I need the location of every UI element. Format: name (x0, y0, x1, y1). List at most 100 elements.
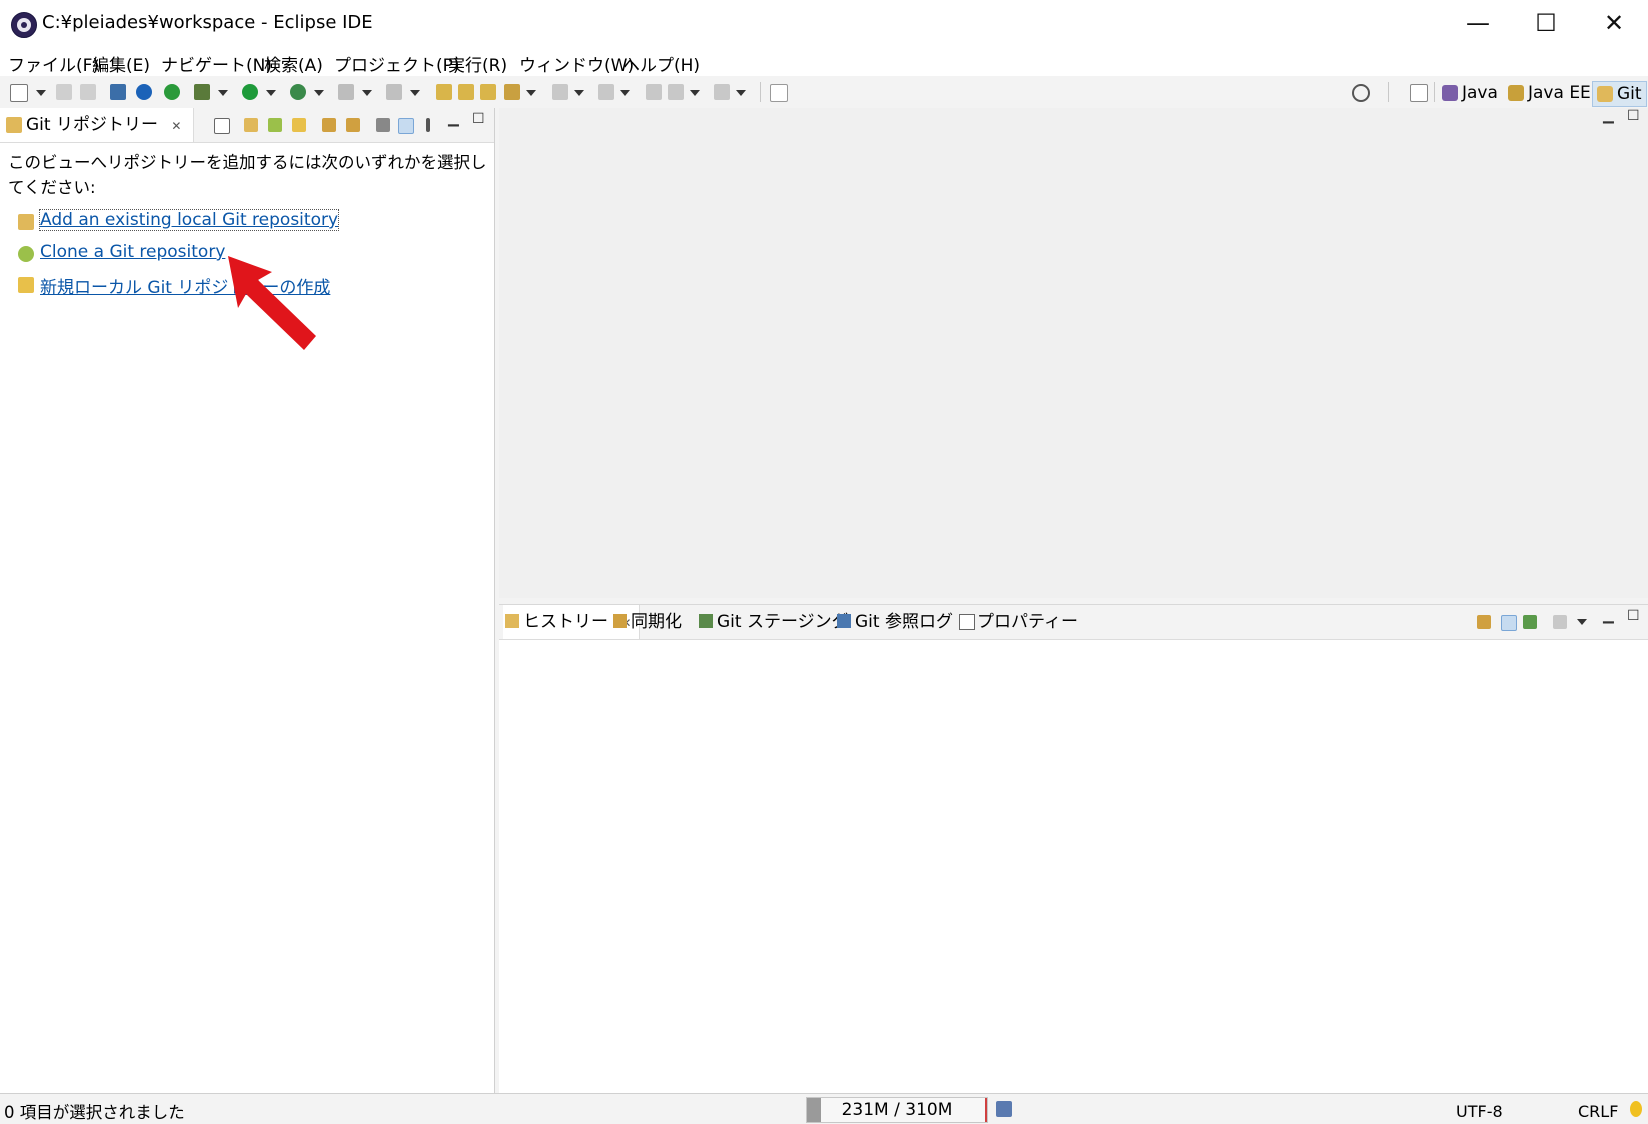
external-tools-dropdown-icon[interactable] (410, 90, 420, 96)
encoding-label[interactable]: UTF-8 (1456, 1102, 1503, 1121)
tip-bulb-icon[interactable] (1630, 1101, 1642, 1117)
stop-dropdown-icon[interactable] (362, 90, 372, 96)
menu-navigate[interactable]: ナビゲート(N) (161, 51, 272, 76)
save-all-icon[interactable] (80, 84, 96, 100)
search-tool-icon[interactable] (504, 84, 520, 100)
open-folder-icon[interactable] (480, 84, 496, 100)
toolbar-separator (760, 82, 761, 102)
link-with-selection-icon[interactable] (346, 118, 360, 132)
tab-synchronize[interactable]: 同期化 (611, 605, 682, 639)
perspective-java-ee[interactable]: Java EE (1504, 81, 1595, 105)
heap-limit-marker (985, 1098, 987, 1122)
clone-repository-link[interactable]: Clone a Git repository (40, 242, 225, 262)
garbage-collect-icon[interactable] (996, 1101, 1012, 1117)
java-ee-perspective-icon (1508, 85, 1524, 101)
stop-icon[interactable] (338, 84, 354, 100)
menu-project[interactable]: プロジェクト(P) (334, 51, 460, 76)
view-menu-icon[interactable] (426, 118, 430, 132)
coverage-dropdown-icon[interactable] (314, 90, 324, 96)
refresh-icon[interactable] (322, 118, 336, 132)
run-icon[interactable] (242, 84, 258, 100)
minimize-view-icon[interactable]: ▁ (448, 111, 459, 127)
menu-run[interactable]: 実行(R) (448, 51, 507, 76)
eclipse-logo-icon (11, 12, 37, 38)
show-tags-icon[interactable] (398, 118, 414, 134)
perspective-java[interactable]: Java (1438, 81, 1502, 105)
history-pin-icon[interactable] (1523, 615, 1537, 629)
perspective-label: Git (1617, 84, 1642, 104)
properties-icon (959, 614, 975, 630)
line-ending-label[interactable]: CRLF (1578, 1102, 1618, 1121)
heap-status[interactable]: 231M / 310M (806, 1097, 988, 1123)
collapse-all-icon[interactable] (214, 118, 230, 134)
menu-file[interactable]: ファイル(F) (8, 51, 99, 76)
close-button[interactable]: ✕ (1580, 0, 1648, 48)
history-icon (505, 614, 519, 628)
next-annotation-dropdown-icon[interactable] (574, 90, 584, 96)
add-repo-icon (18, 214, 34, 230)
maximize-editor-icon[interactable]: ☐ (1627, 108, 1640, 124)
clone-repository-toolbar-icon[interactable] (268, 118, 282, 132)
forward-icon[interactable] (714, 84, 730, 100)
clone-repo-icon (18, 246, 34, 262)
search-tool-dropdown-icon[interactable] (526, 90, 536, 96)
maximize-button[interactable]: ☐ (1512, 0, 1580, 48)
menu-help[interactable]: ヘルプ(H) (623, 51, 700, 76)
search-icon[interactable] (1352, 84, 1370, 102)
tab-label: ヒストリー (523, 612, 608, 632)
tab-label: 同期化 (631, 612, 682, 632)
main-toolbar: Java Java EE Git (0, 76, 1648, 108)
perspective-git[interactable]: Git (1592, 81, 1647, 107)
tab-git-repositories[interactable]: Git リポジトリー ✕ (0, 108, 195, 142)
bottom-tab-bar: ヒストリー ✕ 同期化 Git ステージング Git 参照ログ プロパティー ▁… (499, 605, 1648, 640)
settings-icon[interactable] (136, 84, 152, 100)
add-repository-toolbar-icon[interactable] (244, 118, 258, 132)
last-edit-icon[interactable] (646, 84, 662, 100)
forward-dropdown-icon[interactable] (736, 90, 746, 96)
server-icon[interactable] (164, 84, 180, 100)
open-perspective-icon[interactable] (1410, 84, 1428, 102)
back-dropdown-icon[interactable] (690, 90, 700, 96)
close-tab-icon[interactable]: ✕ (171, 119, 181, 133)
minimize-button[interactable]: — (1444, 0, 1512, 48)
previous-annotation-icon[interactable] (598, 84, 614, 100)
tab-git-reflog[interactable]: Git 参照ログ (835, 605, 953, 639)
heap-usage-bar (807, 1098, 821, 1122)
history-link-icon[interactable] (1501, 615, 1517, 631)
java-perspective-icon (1442, 85, 1458, 101)
open-type-icon[interactable] (436, 84, 452, 100)
toolbar-separator (1434, 82, 1435, 102)
menu-window[interactable]: ウィンドウ(W) (519, 51, 634, 76)
save-icon[interactable] (56, 84, 72, 100)
terminal-icon[interactable] (110, 84, 126, 100)
history-compare-icon[interactable] (1553, 615, 1567, 629)
coverage-icon[interactable] (290, 84, 306, 100)
minimize-view-icon[interactable]: ▁ (1603, 608, 1614, 624)
menu-search[interactable]: 検索(A) (264, 51, 323, 76)
tab-git-staging[interactable]: Git ステージング (697, 605, 849, 639)
debug-icon[interactable] (194, 84, 210, 100)
external-tools-icon[interactable] (386, 84, 402, 100)
debug-dropdown-icon[interactable] (218, 90, 228, 96)
maximize-view-icon[interactable]: ☐ (472, 111, 485, 127)
editor-area[interactable]: ▁ ☐ (499, 108, 1648, 598)
history-refresh-icon[interactable] (1477, 615, 1491, 629)
menu-edit[interactable]: 編集(E) (92, 51, 150, 76)
create-repository-toolbar-icon[interactable] (292, 118, 306, 132)
maximize-view-icon[interactable]: ☐ (1627, 608, 1640, 624)
tab-properties[interactable]: プロパティー (957, 605, 1078, 639)
new-icon[interactable] (10, 84, 28, 102)
new-dropdown-icon[interactable] (36, 90, 46, 96)
next-annotation-icon[interactable] (552, 84, 568, 100)
previous-annotation-dropdown-icon[interactable] (620, 90, 630, 96)
open-task-icon[interactable] (458, 84, 474, 100)
view-tab-bar: Git リポジトリー ✕ ▁ ☐ (0, 108, 494, 143)
history-view-menu-icon[interactable] (1577, 619, 1587, 625)
add-existing-repository-link[interactable]: Add an existing local Git repository (38, 209, 340, 231)
git-perspective-icon (1597, 86, 1613, 102)
back-icon[interactable] (668, 84, 684, 100)
layout-icon[interactable] (376, 118, 390, 132)
run-dropdown-icon[interactable] (266, 90, 276, 96)
minimize-editor-icon[interactable]: ▁ (1603, 108, 1614, 124)
pin-editor-icon[interactable] (770, 84, 788, 102)
